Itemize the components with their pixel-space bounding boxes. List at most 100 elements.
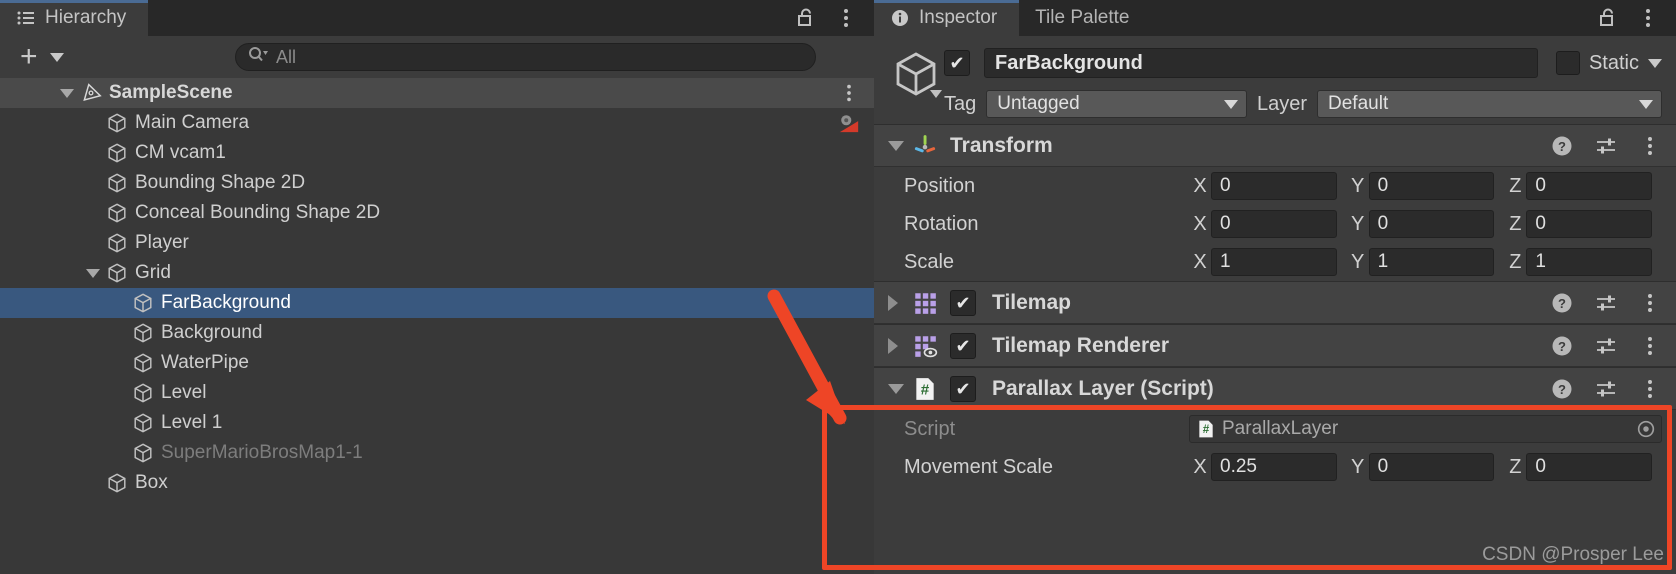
- hierarchy-panel: Hierarchy + All SampleScene Main Camera …: [0, 0, 874, 574]
- component-enabled-checkbox[interactable]: [950, 289, 976, 316]
- preset-sliders-icon[interactable]: [1594, 134, 1618, 158]
- help-icon[interactable]: ?: [1550, 377, 1574, 401]
- hierarchy-tree[interactable]: SampleScene Main Camera CM vcam1 Bounding S…: [0, 78, 874, 574]
- axis-label-z: Z: [1509, 212, 1522, 235]
- gameobject-cube-icon[interactable]: [888, 46, 944, 102]
- tab-inspector[interactable]: Inspector: [874, 0, 1020, 36]
- number-input-y[interactable]: 0: [1368, 453, 1495, 481]
- tab-hierarchy[interactable]: Hierarchy: [0, 0, 149, 36]
- help-icon[interactable]: ?: [1550, 334, 1574, 358]
- help-icon[interactable]: ?: [1550, 291, 1574, 315]
- layer-dropdown[interactable]: Default: [1317, 90, 1662, 118]
- gameobject-header: FarBackground Static Tag Untagged: [874, 36, 1676, 124]
- hierarchy-row-cm-vcam1[interactable]: CM vcam1: [0, 138, 874, 168]
- preset-sliders-icon[interactable]: [1594, 291, 1618, 315]
- hierarchy-row-label: Main Camera: [135, 112, 250, 133]
- hierarchy-row-conceal-bounding-shape-2d[interactable]: Conceal Bounding Shape 2D: [0, 198, 874, 228]
- expand-triangle-icon[interactable]: [86, 268, 100, 278]
- search-input[interactable]: All: [235, 43, 816, 71]
- kebab-menu-icon[interactable]: [1638, 334, 1662, 358]
- kebab-menu-icon[interactable]: [1638, 134, 1662, 158]
- component-header-tilemap[interactable]: Tilemap?: [874, 282, 1676, 324]
- kebab-menu-icon[interactable]: [834, 6, 858, 30]
- kebab-menu-icon[interactable]: [1638, 377, 1662, 401]
- number-input-x[interactable]: 0.25: [1211, 453, 1337, 481]
- triangle-glyph: [888, 294, 898, 311]
- hierarchy-row-label: Background: [161, 322, 263, 343]
- unlocked-padlock-icon[interactable]: [794, 6, 818, 30]
- static-dropdown-icon[interactable]: [1648, 58, 1662, 68]
- component-header-tilemap-renderer[interactable]: Tilemap Renderer?: [874, 325, 1676, 367]
- hierarchy-row-label: SampleScene: [109, 82, 233, 103]
- help-icon[interactable]: ?: [1550, 134, 1574, 158]
- hierarchy-row-farbackground[interactable]: FarBackground: [0, 288, 874, 318]
- hierarchy-row-waterpipe[interactable]: WaterPipe: [0, 348, 874, 378]
- preset-sliders-icon[interactable]: [1594, 377, 1618, 401]
- number-input-y[interactable]: 1: [1368, 248, 1495, 276]
- expand-triangle-icon[interactable]: [888, 294, 912, 311]
- create-button[interactable]: +: [20, 42, 38, 72]
- axis-label-x: X: [1193, 212, 1207, 235]
- hierarchy-row-background[interactable]: Background: [0, 318, 874, 348]
- component-parallax-layer-script: # Parallax Layer (Script)? Script # Parallax…: [874, 367, 1676, 486]
- hierarchy-row-grid[interactable]: Grid: [0, 258, 874, 288]
- unlocked-padlock-icon[interactable]: [1596, 6, 1620, 30]
- gameobject-name-input[interactable]: FarBackground: [984, 48, 1538, 78]
- hierarchy-row-level[interactable]: Level: [0, 378, 874, 408]
- object-reference-field[interactable]: # ParallaxLayer: [1189, 415, 1662, 443]
- caret-down-icon[interactable]: [49, 52, 64, 62]
- hierarchy-row-label: WaterPipe: [161, 352, 249, 373]
- hierarchy-row-box[interactable]: Box: [0, 468, 874, 498]
- vector3-field-group: X 0.25 Y 0 Z 0: [1189, 453, 1662, 481]
- tag-layer-row: Tag Untagged Layer Default: [944, 90, 1662, 118]
- create-button-group[interactable]: +: [20, 42, 64, 72]
- kebab-menu-icon[interactable]: [1636, 6, 1660, 30]
- number-input-y[interactable]: 0: [1368, 172, 1495, 200]
- hierarchy-row-supermariobrosmap1-1[interactable]: SuperMarioBrosMap1-1: [0, 438, 874, 468]
- hierarchy-row-actions[interactable]: [838, 82, 874, 104]
- hierarchy-row-main-camera[interactable]: Main Camera: [0, 108, 874, 138]
- cinemachine-gear-icon[interactable]: [838, 112, 860, 134]
- chevron-down-icon[interactable]: [930, 90, 942, 98]
- axis-label-z: Z: [1509, 174, 1522, 197]
- hierarchy-row-bounding-shape-2d[interactable]: Bounding Shape 2D: [0, 168, 874, 198]
- hierarchy-row-label: Conceal Bounding Shape 2D: [135, 202, 381, 223]
- hierarchy-row-samplescene[interactable]: SampleScene: [0, 78, 874, 108]
- collapse-triangle-icon[interactable]: [888, 383, 912, 394]
- expand-triangle-icon[interactable]: [60, 88, 74, 98]
- number-input-y[interactable]: 0: [1368, 210, 1495, 238]
- hierarchy-row-player[interactable]: Player: [0, 228, 874, 258]
- preset-sliders-icon[interactable]: [1594, 334, 1618, 358]
- hierarchy-row-label: Level: [161, 382, 207, 403]
- number-input-x[interactable]: 0: [1211, 210, 1337, 238]
- expand-triangle-icon[interactable]: [888, 337, 912, 354]
- property-row-script: Script # ParallaxLayer: [874, 410, 1676, 448]
- number-input-x[interactable]: 0: [1211, 172, 1337, 200]
- static-checkbox[interactable]: [1555, 51, 1580, 75]
- component-enabled-checkbox[interactable]: [950, 375, 976, 402]
- tag-dropdown[interactable]: Untagged: [986, 90, 1247, 118]
- number-input-x[interactable]: 1: [1211, 248, 1337, 276]
- gameobject-cube-icon: [132, 322, 154, 344]
- kebab-menu-icon[interactable]: [838, 82, 860, 104]
- static-label: Static: [1588, 51, 1639, 74]
- object-picker-icon[interactable]: [1635, 418, 1657, 440]
- component-header-parallax-layer-script[interactable]: # Parallax Layer (Script)?: [874, 368, 1676, 410]
- tab-tile-palette[interactable]: Tile Palette: [1019, 0, 1152, 36]
- collapse-triangle-icon[interactable]: [888, 140, 912, 151]
- kebab-menu-icon[interactable]: [1638, 291, 1662, 315]
- number-input-z[interactable]: 0: [1526, 210, 1653, 238]
- axis-label-y: Y: [1351, 455, 1365, 478]
- hierarchy-row-actions[interactable]: [838, 112, 874, 134]
- number-input-z[interactable]: 0: [1526, 172, 1653, 200]
- component-header-transform[interactable]: Transform?: [874, 125, 1676, 167]
- gameobject-cube-icon: [132, 352, 154, 374]
- axis-label-x: X: [1193, 455, 1207, 478]
- number-input-z[interactable]: 1: [1526, 248, 1653, 276]
- number-input-z[interactable]: 0: [1526, 453, 1653, 481]
- static-group[interactable]: Static: [1552, 51, 1662, 75]
- gameobject-enabled-checkbox[interactable]: [944, 50, 970, 76]
- component-enabled-checkbox[interactable]: [950, 332, 976, 359]
- property-label: Script: [904, 417, 956, 440]
- hierarchy-row-level-1[interactable]: Level 1: [0, 408, 874, 438]
